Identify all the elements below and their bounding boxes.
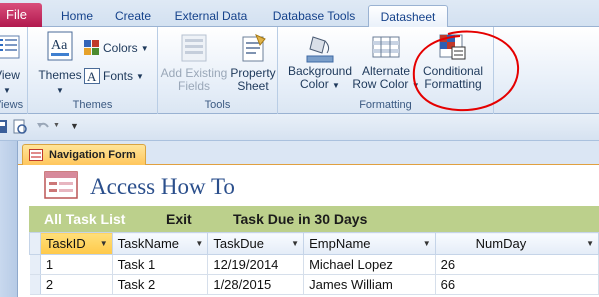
table-header-row: TaskID ▼ TaskName ▼ TaskDue ▼ EmpName ▼ NumD…: [29, 232, 599, 255]
svg-text:A: A: [87, 69, 97, 84]
tab-navigation-form[interactable]: Navigation Form: [22, 144, 146, 165]
background-line2: Color: [300, 77, 329, 91]
chevron-down-icon[interactable]: ▼: [423, 239, 431, 248]
fonts-button[interactable]: A Fonts ▼: [84, 68, 144, 84]
column-header-label: EmpName: [309, 236, 371, 251]
form-navigation-bar: All Task List Exit Task Due in 30 Days: [29, 206, 599, 232]
cell-taskdue[interactable]: 12/19/2014: [207, 254, 305, 275]
column-header-label: TaskID: [45, 236, 86, 251]
group-tools: Add Existing Fields Property Sheet Tools: [158, 27, 278, 114]
cell-taskid[interactable]: 2: [40, 274, 113, 295]
cell-taskname[interactable]: Task 1: [112, 254, 209, 275]
add-existing-fields-button[interactable]: Add Existing Fields: [160, 33, 228, 93]
customize-toolbar-icon[interactable]: ▼: [70, 121, 79, 131]
row-selector[interactable]: [29, 274, 41, 295]
colors-label: Colors: [103, 41, 138, 55]
column-header-taskid[interactable]: TaskID ▼: [39, 232, 113, 255]
paint-bucket-icon: [306, 36, 334, 63]
cell-numday[interactable]: 26: [435, 254, 599, 275]
highlight-circle: [412, 30, 520, 112]
cell-taskid[interactable]: 1: [40, 254, 113, 275]
chevron-down-icon: ▼: [136, 71, 144, 81]
column-header-taskname[interactable]: TaskName ▼: [111, 232, 209, 255]
alternate-line2: Row Color: [352, 77, 409, 91]
navigation-form-label: Navigation Form: [49, 149, 136, 161]
column-header-taskdue[interactable]: TaskDue ▼: [207, 232, 305, 255]
cell-empname[interactable]: James William: [303, 274, 436, 295]
ribbon: View ▼ Views Aa Themes ▼ Colors ▼: [0, 27, 599, 114]
tab-database-tools[interactable]: Database Tools: [262, 5, 366, 27]
tools-group-label: Tools: [204, 99, 231, 111]
column-header-label: TaskDue: [213, 236, 264, 251]
themes-button[interactable]: Aa Themes ▼: [38, 31, 82, 97]
form-header: Access How To: [18, 165, 599, 205]
fonts-label: Fonts: [103, 69, 134, 83]
background-line2-wrap: Color ▼: [284, 78, 356, 92]
chevron-down-icon: ▼: [140, 43, 149, 53]
fonts-icon: A: [84, 68, 100, 84]
colors-button[interactable]: Colors ▼: [84, 40, 149, 56]
property-line2: Sheet: [237, 79, 269, 93]
alternate-row-icon: [372, 36, 400, 58]
chevron-down-icon: ▼: [56, 86, 64, 95]
tab-create[interactable]: Create: [106, 5, 160, 27]
quick-access-toolbar: ▼ ▼: [0, 114, 599, 141]
group-themes: Aa Themes ▼ Colors ▼ A Fonts ▼ Themes: [28, 27, 158, 114]
views-group-label: Views: [0, 99, 24, 111]
form-icon: [29, 149, 43, 161]
colors-icon: [84, 40, 99, 55]
add-existing-line2: Fields: [177, 79, 210, 93]
column-header-label: NumDay: [475, 236, 527, 251]
column-header-empname[interactable]: EmpName ▼: [303, 232, 436, 255]
chevron-down-icon[interactable]: ▼: [53, 122, 60, 129]
property-sheet-icon: [242, 34, 266, 62]
themes-icon: Aa: [47, 31, 73, 61]
view-icon: [0, 35, 20, 59]
nav-task-due[interactable]: Task Due in 30 Days: [233, 211, 367, 227]
table-row[interactable]: 2 Task 2 1/28/2015 James William 66: [29, 274, 599, 295]
cell-numday[interactable]: 66: [435, 274, 599, 295]
themes-group-label: Themes: [72, 99, 113, 111]
datasheet-grid: TaskID ▼ TaskName ▼ TaskDue ▼ EmpName ▼ NumD…: [29, 232, 599, 297]
property-sheet-button[interactable]: Property Sheet: [228, 33, 278, 93]
navigation-pane-strip[interactable]: [0, 141, 18, 297]
tab-home[interactable]: Home: [52, 5, 102, 27]
group-views: View ▼ Views: [0, 27, 28, 114]
tab-file[interactable]: File: [0, 3, 42, 27]
save-icon[interactable]: [0, 120, 8, 134]
cell-empname[interactable]: Michael Lopez: [303, 254, 436, 275]
table-row[interactable]: 1 Task 1 12/19/2014 Michael Lopez 26: [29, 254, 599, 275]
view-button[interactable]: View ▼: [0, 33, 24, 97]
svg-text:Aa: Aa: [51, 38, 68, 53]
row-selector[interactable]: [29, 254, 41, 275]
chevron-down-icon: ▼: [3, 86, 11, 95]
background-color-button[interactable]: Background Color ▼: [284, 31, 356, 92]
cell-taskdue[interactable]: 1/28/2015: [207, 274, 305, 295]
add-fields-icon: [181, 34, 207, 62]
view-label: View: [0, 68, 20, 82]
chevron-down-icon[interactable]: ▼: [586, 239, 594, 248]
task-table: TaskID ▼ TaskName ▼ TaskDue ▼ EmpName ▼ NumD…: [29, 232, 599, 295]
form-logo-icon: [44, 171, 78, 199]
form-content: Navigation Form Access How To All Task L…: [18, 141, 599, 297]
column-header-numday[interactable]: NumDay ▼: [434, 232, 599, 255]
document-tab-bar: Navigation Form: [18, 141, 599, 165]
select-all-cell[interactable]: [29, 232, 41, 255]
themes-label: Themes: [38, 68, 82, 82]
tab-datasheet[interactable]: Datasheet: [368, 5, 448, 28]
undo-icon[interactable]: [36, 120, 50, 134]
nav-all-task-list[interactable]: All Task List: [44, 211, 125, 227]
tab-external-data[interactable]: External Data: [164, 5, 258, 27]
page-title: Access How To: [90, 174, 235, 199]
column-header-label: TaskName: [117, 236, 180, 251]
ribbon-tab-row: File Home Create External Data Database …: [0, 0, 599, 28]
chevron-down-icon[interactable]: ▼: [291, 239, 299, 248]
cell-taskname[interactable]: Task 2: [112, 274, 209, 295]
chevron-down-icon[interactable]: ▼: [100, 239, 108, 248]
print-preview-icon[interactable]: [12, 119, 28, 135]
chevron-down-icon: ▼: [332, 81, 340, 90]
chevron-down-icon[interactable]: ▼: [195, 239, 203, 248]
nav-exit[interactable]: Exit: [166, 211, 192, 227]
